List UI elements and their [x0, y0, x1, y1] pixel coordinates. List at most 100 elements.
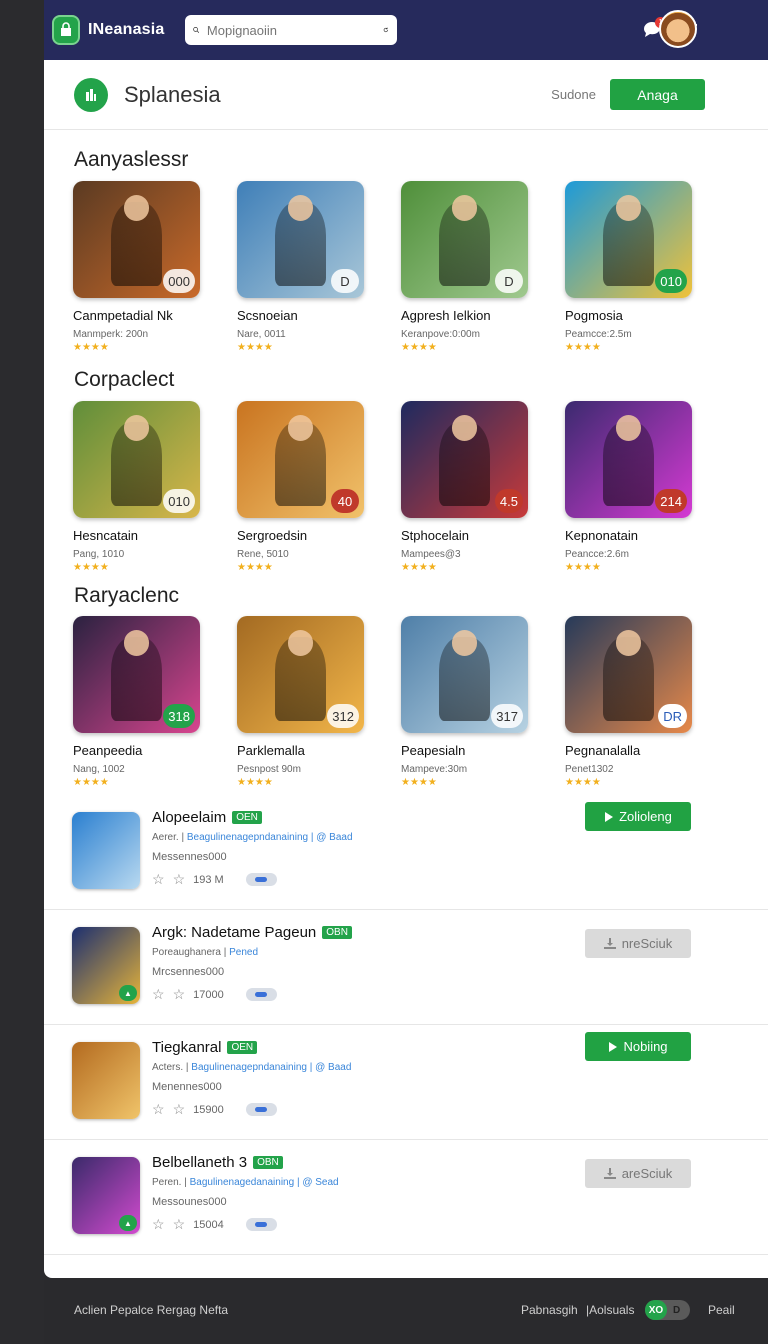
app-title: Sergroedsin [237, 528, 308, 543]
list-item[interactable]: Tiegkanral OEN Acters. | Bagulinenagepndan… [44, 1025, 768, 1140]
character-head [287, 630, 314, 656]
store-header: Splanesia Sudone Anaga [44, 60, 768, 130]
list-thumbnail[interactable]: ▲ [72, 927, 140, 1004]
footer-toggle[interactable]: XO D [645, 1300, 690, 1320]
list-meta-suffix: | @ Baad [308, 832, 353, 843]
list-meta-link[interactable]: Bagulinenagedanaining [190, 1177, 295, 1188]
list-title: Argk: Nadetame Pageun [152, 924, 317, 941]
app-thumbnail[interactable]: 318 [73, 616, 200, 733]
app-thumbnail[interactable]: 214 [565, 401, 692, 518]
app-card[interactable]: D Agpresh Ielkion Keranpove:0:00m ★★★★ [401, 181, 528, 353]
star-rating-icon: ★★★★ [565, 562, 601, 573]
character-head [451, 415, 478, 441]
section-title: Corpaclect [74, 368, 175, 391]
star-rating-icon: ★★★★ [237, 342, 273, 353]
app-card[interactable]: 000 Canmpetadial Nk Manmperk: 200n ★★★★ [73, 181, 200, 353]
list-meta: Peren. | Bagulinenagedanaining | @ Sead [152, 1177, 339, 1188]
refresh-icon[interactable] [383, 23, 389, 37]
search-bar[interactable] [184, 15, 397, 45]
list-action-label: Zolioleng [619, 809, 672, 824]
app-thumbnail[interactable]: D [401, 181, 528, 298]
app-title: Pogmosia [565, 308, 623, 323]
list-action-button[interactable]: areSciuk [585, 1159, 691, 1188]
store-logo-icon[interactable] [52, 15, 80, 45]
app-card[interactable]: 010 Hesncatain Pang, 1010 ★★★★ [73, 401, 200, 573]
search-input[interactable] [206, 22, 383, 38]
app-list: Alopeelaim OEN Aerer. | Beagulinenagepndan… [44, 795, 768, 1255]
list-action-button[interactable]: nreSciuk [585, 929, 691, 958]
character-head [451, 195, 478, 221]
progress-pill [245, 1103, 277, 1116]
header-primary-button[interactable]: Anaga [610, 79, 705, 110]
app-card[interactable]: DR Pegnanalalla Penet1302 ★★★★ [565, 616, 692, 788]
footer-link[interactable]: Peail [708, 1303, 735, 1317]
list-badge: ▲ [119, 1215, 137, 1231]
list-item[interactable]: ▲ Argk: Nadetame Pageun OBN Poreaughanera |… [44, 910, 768, 1025]
app-grid: 318 Peanpeedia Nang, 1002 ★★★★ 312 Parklemall… [73, 616, 692, 788]
app-thumbnail[interactable]: 4.5 [401, 401, 528, 518]
list-rating-count: 15900 [193, 1103, 224, 1116]
app-card[interactable]: 40 Sergroedsin Rene, 5010 ★★★★ [237, 401, 364, 573]
page-title: Splanesia [124, 81, 221, 107]
list-item[interactable]: ▲ Belbellaneth 3 OBN Peren. | Bagulinenaged… [44, 1140, 768, 1255]
app-rating-badge: 214 [655, 489, 687, 513]
app-card[interactable]: 312 Parklemalla Pesnpost 90m ★★★★ [237, 616, 364, 788]
list-item[interactable]: Alopeelaim OEN Aerer. | Beagulinenagepndan… [44, 795, 768, 910]
app-thumbnail[interactable]: D [237, 181, 364, 298]
app-rating-badge: 010 [163, 489, 195, 513]
app-card[interactable]: 318 Peanpeedia Nang, 1002 ★★★★ [73, 616, 200, 788]
app-card[interactable]: D Scsnoeian Nare, 0011 ★★★★ [237, 181, 364, 353]
list-title-wrap: Tiegkanral OEN [152, 1039, 258, 1056]
list-meta-prefix: Acters. | [152, 1062, 192, 1073]
list-thumbnail[interactable] [72, 812, 140, 889]
app-grid: 010 Hesncatain Pang, 1010 ★★★★ 40 Sergroedsin… [73, 401, 692, 573]
header-link[interactable]: Sudone [551, 87, 596, 102]
user-avatar[interactable] [659, 10, 697, 48]
footer-link[interactable]: |Aolsuals [586, 1303, 634, 1317]
list-meta-link[interactable]: Bagulinenagepndanaining [191, 1062, 307, 1073]
app-subtitle: Nang, 1002 [73, 764, 125, 775]
list-size: Menennes000 [152, 1081, 222, 1093]
app-card[interactable]: 317 Peapesialn Mampeve:30m ★★★★ [401, 616, 528, 788]
app-card[interactable]: 214 Kepnonatain Peancce:2.6m ★★★★ [565, 401, 692, 573]
list-meta-link[interactable]: Beagulinenagepndanaining [187, 832, 308, 843]
star-outline-icon: ☆ [172, 1101, 186, 1117]
app-card[interactable]: 010 Pogmosia Peamcce:2.5m ★★★★ [565, 181, 692, 353]
list-rating-count: 15004 [193, 1218, 224, 1231]
app-thumbnail[interactable]: 000 [73, 181, 200, 298]
list-title-wrap: Argk: Nadetame Pageun OBN [152, 924, 352, 941]
list-action-button[interactable]: Zolioleng [585, 802, 691, 831]
star-rating-icon: ★★★★ [401, 777, 437, 788]
app-rating-badge: 010 [655, 269, 687, 293]
list-meta-link[interactable]: Pened [229, 947, 258, 958]
list-thumbnail[interactable] [72, 1042, 140, 1119]
app-thumbnail[interactable]: 010 [565, 181, 692, 298]
app-subtitle: Pesnpost 90m [237, 764, 301, 775]
star-rating-icon: ★★★★ [565, 342, 601, 353]
app-thumbnail[interactable]: DR [565, 616, 692, 733]
list-rating: ☆ ☆ 15900 [152, 1101, 277, 1118]
app-rating-badge: 317 [491, 704, 523, 728]
list-action-button[interactable]: Nobiing [585, 1032, 691, 1061]
toggle-off-label: D [673, 1304, 681, 1316]
star-rating-icon: ★★★★ [401, 562, 437, 573]
app-thumbnail[interactable]: 40 [237, 401, 364, 518]
app-card[interactable]: 4.5 Stphocelain Mampees@3 ★★★★ [401, 401, 528, 573]
footer-text: Aclien Pepalce Rergag Nefta [74, 1303, 229, 1317]
app-thumbnail[interactable]: 010 [73, 401, 200, 518]
list-meta-suffix: | @ Baad [306, 1062, 352, 1073]
app-thumbnail[interactable]: 312 [237, 616, 364, 733]
progress-pill [245, 988, 277, 1001]
app-thumbnail[interactable]: 317 [401, 616, 528, 733]
list-action-label: areSciuk [621, 1166, 673, 1181]
app-subtitle: Mampees@3 [401, 549, 461, 560]
star-rating-icon: ★★★★ [73, 777, 109, 788]
app-title: Stphocelain [401, 528, 469, 543]
list-thumbnail[interactable]: ▲ [72, 1157, 140, 1234]
footer-link[interactable]: Pabnasgih [521, 1303, 578, 1317]
app-title: Pegnanalalla [565, 743, 641, 758]
character-head [287, 415, 314, 441]
app-rating-badge: 318 [163, 704, 195, 728]
list-meta: Poreaughanera | Pened [152, 947, 258, 958]
list-action-label: Nobiing [623, 1039, 668, 1054]
